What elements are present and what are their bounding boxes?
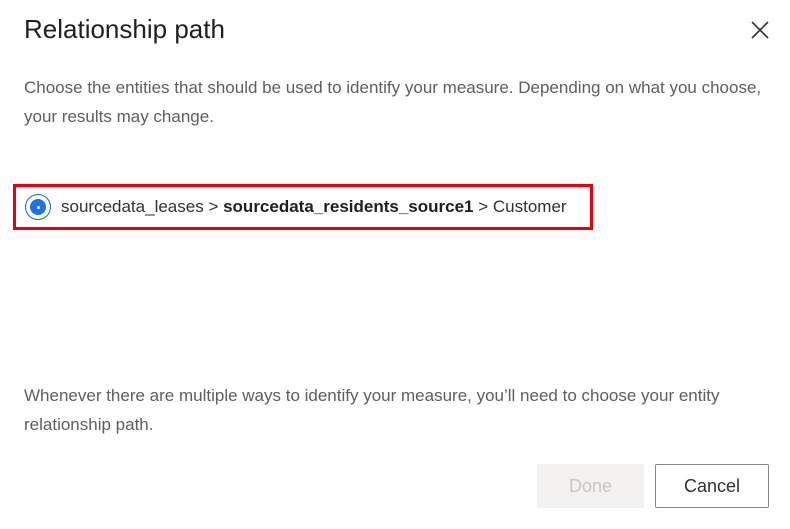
relationship-path-label: sourcedata_leases > sourcedata_residents… [61,196,567,218]
close-icon [751,21,769,39]
cancel-button[interactable]: Cancel [655,464,769,508]
radio-selected-dot [30,199,46,215]
footer-note: Whenever there are multiple ways to iden… [24,386,720,434]
close-button[interactable] [744,14,776,46]
path-separator: > [473,197,493,216]
relationship-path-option[interactable]: sourcedata_leases > sourcedata_residents… [13,184,593,230]
path-radio-button[interactable] [25,194,51,220]
path-entity-sourcedata-residents-source1: sourcedata_residents_source1 [223,197,474,216]
dialog-description: Choose the entities that should be used … [24,78,762,126]
dialog-title: Relationship path [24,14,225,44]
path-entity-customer: Customer [492,197,567,216]
done-button[interactable]: Done [537,464,644,508]
path-entity-sourcedata-leases: sourcedata_leases [61,197,204,216]
relationship-path-dialog: Relationship path Choose the entities th… [0,0,790,529]
path-separator: > [203,197,224,216]
